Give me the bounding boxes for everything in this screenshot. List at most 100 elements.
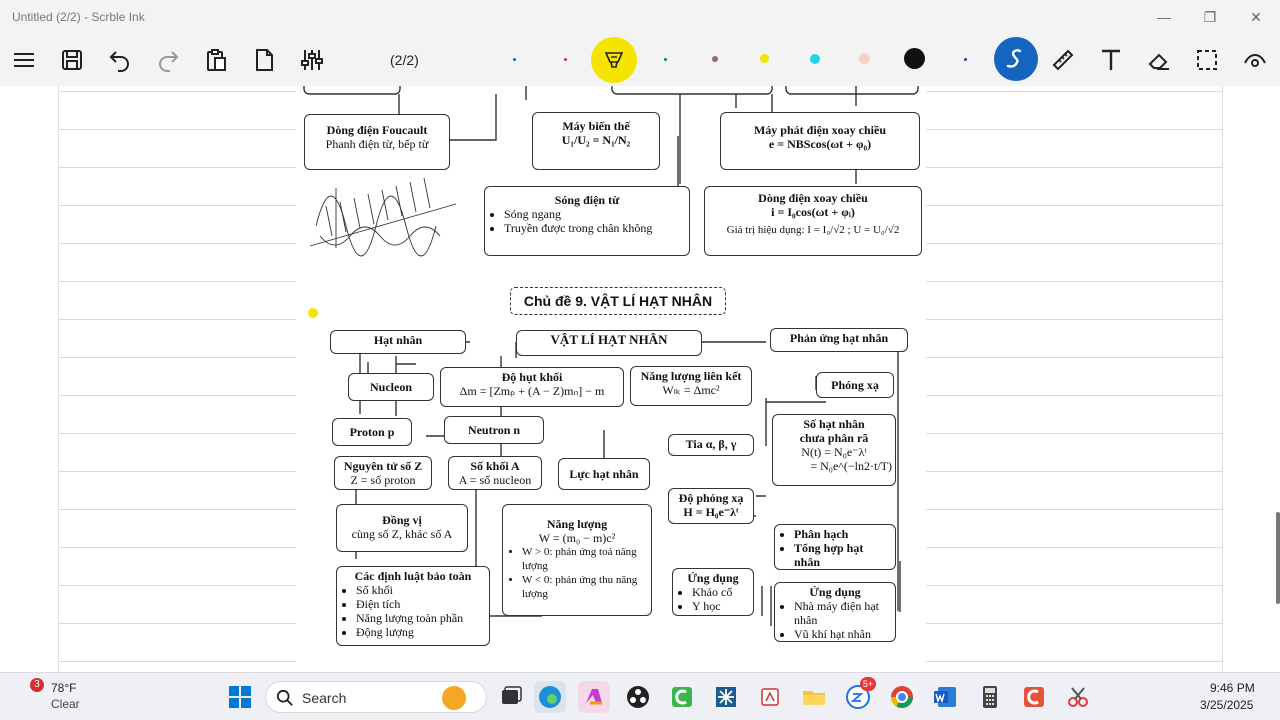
generator-title: Máy phát điện xoay chiều	[753, 123, 886, 137]
rays-box: Tia α, β, γ	[668, 434, 754, 456]
snowflake-app-icon[interactable]	[710, 681, 742, 713]
settings-sliders-icon[interactable]	[294, 42, 330, 78]
list-item: Truyền được trong chân không	[504, 221, 686, 235]
list-item: Điện tích	[356, 597, 486, 611]
pen-color-yellow-dot[interactable]	[760, 54, 769, 63]
screen-recorder-icon[interactable]	[1018, 681, 1050, 713]
pen-color-red-dot[interactable]	[564, 58, 567, 61]
pen-color-cyan-dot[interactable]	[810, 54, 820, 64]
applications2-title: Ứng dụng	[809, 585, 861, 599]
atomic-number-box: Nguyên tử số Z Z = số proton	[334, 456, 432, 490]
pen-color-blue-dot[interactable]	[513, 58, 516, 61]
neutron-box: Neutron n	[444, 416, 544, 444]
obs-icon[interactable]	[622, 681, 654, 713]
task-view-icon[interactable]	[494, 681, 526, 713]
pen-color-teal-dot[interactable]	[664, 58, 667, 61]
clock-date[interactable]: 3/25/2025	[1200, 698, 1253, 712]
pointer-cursor-dot	[308, 308, 318, 318]
edge-icon[interactable]	[534, 681, 566, 713]
zalo-icon[interactable]: 5+	[842, 677, 876, 713]
transformer-formula: U₁/U₂ = N₁/N₂	[561, 133, 631, 147]
list-item: Sóng ngang	[504, 207, 686, 221]
fission-list: Phân hạch Tổng hợp hạt nhân	[778, 527, 892, 569]
word-icon[interactable]	[930, 681, 962, 713]
weather-condition: Clear	[51, 697, 80, 711]
taskbar: 3 78°F Clear Search 5+ 9:46 PM 3/25/2025	[0, 672, 1280, 720]
windows-start-icon[interactable]	[224, 681, 256, 713]
transformer-box: Máy biến thế U₁/U₂ = N₁/N₂	[532, 112, 660, 170]
pen-color-brown-dot[interactable]	[712, 56, 718, 62]
close-button[interactable]: ✕	[1236, 4, 1276, 30]
eraser-icon[interactable]	[1141, 42, 1177, 78]
list-item: Khảo cổ	[692, 585, 750, 599]
page-indicator: (2/2)	[390, 52, 419, 68]
mass-defect-title: Độ hụt khối	[501, 370, 563, 384]
em-wave-list: Sóng ngang Truyền được trong chân không	[488, 207, 686, 235]
conservation-title: Các định luật bảo toàn	[354, 569, 472, 583]
applications-list: Khảo cổ Y học	[676, 585, 750, 613]
highlighter-icon[interactable]	[591, 37, 637, 83]
list-item: Nhà máy điện hạt nhân	[794, 599, 892, 627]
weather-temp: 78°F	[51, 681, 77, 695]
list-item: Phân hạch	[794, 527, 892, 541]
mass-number-title: Số khối A	[470, 459, 520, 473]
em-wave-title: Sóng điện từ	[554, 193, 620, 207]
conservation-list: Số khối Điện tích Năng lượng toàn phần Đ…	[340, 583, 486, 639]
foucault-title: Dòng điện Foucault	[326, 123, 428, 137]
applications-title: Ứng dụng	[687, 571, 739, 585]
reaction-box: Phản ứng hạt nhân	[770, 328, 908, 352]
restore-button[interactable]: ❐	[1190, 4, 1230, 30]
generator-formula: e = NBScos(ωt + φ₀)	[768, 137, 872, 151]
camtasia-icon[interactable]	[666, 681, 698, 713]
drawing-app-icon[interactable]	[754, 681, 786, 713]
pen-color-black-dot[interactable]	[904, 48, 925, 69]
menu-icon[interactable]	[6, 42, 42, 78]
activity-formula: H = H₀e⁻λᵗ	[683, 505, 739, 519]
list-item: Vũ khí hạt nhân	[794, 627, 892, 641]
remaining-l1: Số hạt nhân	[803, 417, 865, 431]
pen-color-purple-dot[interactable]	[964, 58, 967, 61]
calculator-icon[interactable]	[974, 681, 1006, 713]
ruler-icon[interactable]	[1045, 42, 1081, 78]
toolbar: (2/2)	[0, 34, 1280, 86]
search-icon	[276, 689, 293, 706]
isotope-title: Đồng vị	[382, 513, 422, 527]
vertical-scrollbar[interactable]	[1276, 512, 1280, 604]
mass-number-line: A = số nucleon	[458, 473, 532, 487]
title-bar: Untitled (2/2) - Scrble Ink — ❐ ✕	[0, 0, 1280, 34]
smart-ink-icon[interactable]	[994, 37, 1038, 81]
applications-box: Ứng dụng Khảo cổ Y học	[672, 568, 754, 616]
view-mode-icon[interactable]	[1237, 42, 1273, 78]
copilot-icon[interactable]	[578, 681, 610, 713]
list-item: W > 0: phản ứng toả năng lượng	[522, 545, 648, 573]
applications2-list: Nhà máy điện hạt nhân Vũ khí hạt nhân	[778, 599, 892, 641]
chrome-icon[interactable]	[886, 681, 918, 713]
weather-badge: 3	[30, 678, 44, 692]
snipping-tool-icon[interactable]	[1062, 681, 1094, 713]
transformer-title: Máy biến thế	[562, 119, 630, 133]
pen-color-peach-dot[interactable]	[859, 53, 870, 64]
list-item: W < 0: phản ứng thu năng lượng	[522, 573, 648, 601]
atomic-number-line: Z = số proton	[350, 473, 416, 487]
save-icon[interactable]	[54, 42, 90, 78]
file-explorer-icon[interactable]	[798, 681, 830, 713]
undo-icon[interactable]	[102, 42, 138, 78]
pasted-mindmap-image[interactable]: Dòng điện Foucault Phanh điện từ, bếp từ…	[296, 86, 926, 672]
lasso-select-icon[interactable]	[1189, 42, 1225, 78]
taskbar-search[interactable]: Search	[265, 681, 487, 713]
paste-icon[interactable]	[198, 42, 234, 78]
ac-box: Dòng điện xoay chiều i = I₀cos(ωt + φᵢ) …	[704, 186, 922, 256]
energy-box: Năng lượng W = (m₀ − m)c² W > 0: phản ứn…	[502, 504, 652, 616]
generator-box: Máy phát điện xoay chiều e = NBScos(ωt +…	[720, 112, 920, 170]
ink-canvas[interactable]: Dòng điện Foucault Phanh điện từ, bếp từ…	[0, 86, 1280, 672]
minimize-button[interactable]: —	[1144, 4, 1184, 30]
remaining-l3: N(t) = N₀e⁻λᵗ	[801, 445, 867, 459]
atomic-number-title: Nguyên tử số Z	[343, 459, 423, 473]
ac-formula: i = I₀cos(ωt + φᵢ)	[771, 205, 855, 219]
remaining-nuclei-box: Số hạt nhân chưa phân rã N(t) = N₀e⁻λᵗ =…	[772, 414, 896, 486]
new-page-icon[interactable]	[246, 42, 282, 78]
redo-icon[interactable]	[150, 42, 186, 78]
em-wave-box: Sóng điện từ Sóng ngang Truyền được tron…	[484, 186, 690, 256]
clock-time[interactable]: 9:46 PM	[1210, 681, 1255, 695]
text-tool-icon[interactable]	[1093, 42, 1129, 78]
